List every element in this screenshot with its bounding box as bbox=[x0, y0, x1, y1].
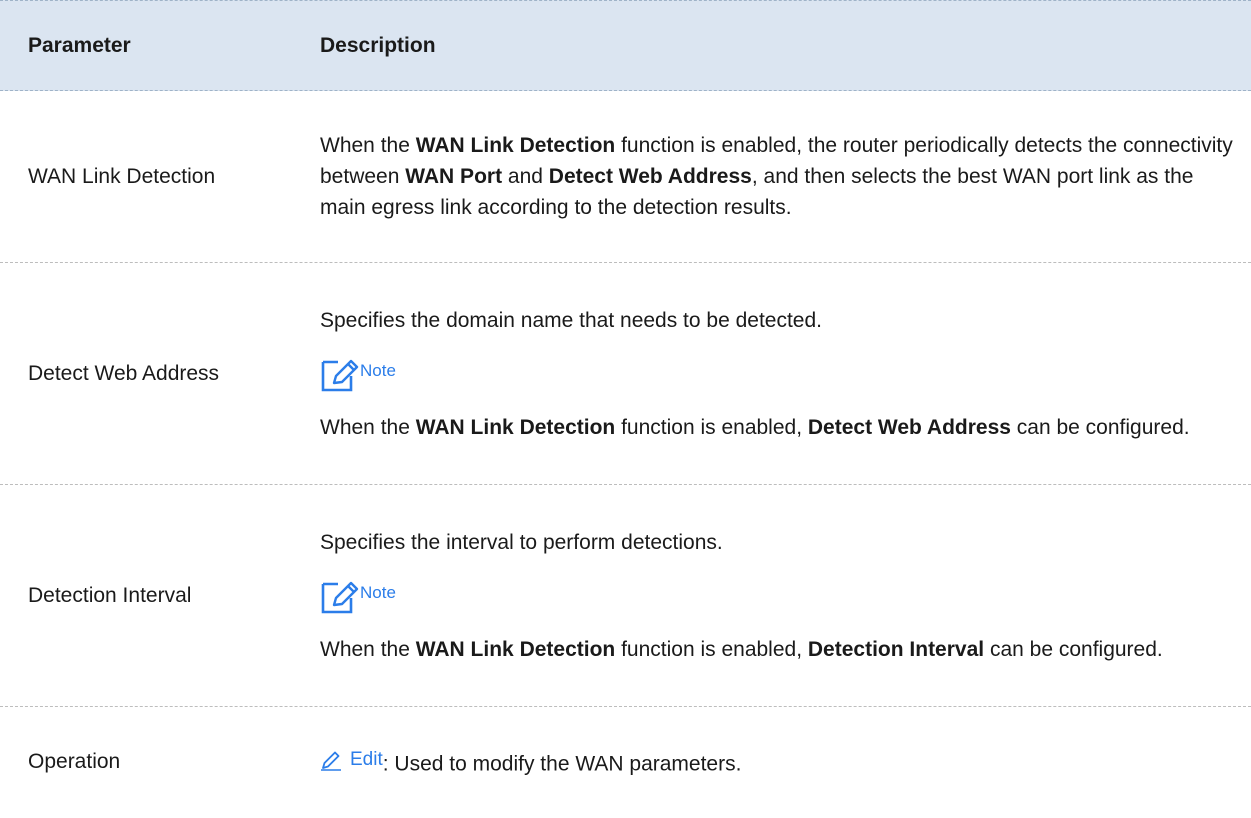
table-row: WAN Link Detection When the WAN Link Det… bbox=[0, 91, 1251, 263]
bold-term: WAN Link Detection bbox=[415, 134, 616, 157]
param-name: Detect Web Address bbox=[28, 361, 220, 385]
note-pencil-icon bbox=[321, 581, 359, 613]
description-text: When the WAN Link Detection function is … bbox=[320, 634, 1237, 665]
note-label: Note bbox=[360, 582, 396, 602]
text: function is enabled, bbox=[615, 415, 808, 439]
description-intro: Specifies the interval to perform detect… bbox=[320, 530, 723, 554]
table-row: Detect Web Address Specifies the domain … bbox=[0, 263, 1251, 485]
bold-term: Detect Web Address bbox=[807, 415, 1011, 439]
edit-label: Edit bbox=[350, 749, 383, 771]
param-name: WAN Link Detection bbox=[28, 164, 216, 188]
text: When the bbox=[320, 415, 416, 439]
text: When the bbox=[320, 637, 416, 661]
edit-button[interactable]: Edit bbox=[320, 744, 383, 775]
note-callout: Note bbox=[320, 576, 1237, 614]
param-name: Operation bbox=[28, 750, 121, 773]
description-text: When the WAN Link Detection function is … bbox=[320, 130, 1237, 223]
edit-pencil-icon bbox=[321, 751, 341, 771]
param-name: Detection Interval bbox=[28, 583, 192, 607]
table-header: Parameter Description bbox=[0, 0, 1251, 91]
header-description: Description bbox=[320, 34, 436, 57]
bold-term: Detection Interval bbox=[807, 637, 985, 661]
text: function is enabled, bbox=[615, 637, 808, 661]
param-description: Edit : Used to modify the WAN parameters… bbox=[320, 744, 1251, 780]
param-description: When the WAN Link Detection function is … bbox=[320, 130, 1251, 223]
description-intro: Specifies the domain name that needs to … bbox=[320, 308, 823, 332]
param-description: Specifies the domain name that needs to … bbox=[320, 305, 1251, 443]
text: can be configured. bbox=[984, 637, 1163, 661]
bold-term: WAN Link Detection bbox=[415, 415, 616, 439]
text: When the bbox=[320, 134, 416, 157]
header-parameter: Parameter bbox=[28, 33, 131, 57]
text: and bbox=[502, 165, 549, 188]
description-text: : Used to modify the WAN parameters. bbox=[382, 752, 742, 776]
bold-term: WAN Link Detection bbox=[415, 637, 616, 661]
bold-term: Detect Web Address bbox=[548, 165, 752, 188]
text: can be configured. bbox=[1010, 415, 1190, 439]
description-text: When the WAN Link Detection function is … bbox=[320, 412, 1237, 443]
table-row: Operation Edit : Used to modify the WAN … bbox=[0, 707, 1251, 817]
note-pencil-icon bbox=[321, 359, 359, 391]
parameter-table: Parameter Description WAN Link Detection… bbox=[0, 0, 1251, 817]
note-label: Note bbox=[360, 360, 396, 380]
param-description: Specifies the interval to perform detect… bbox=[320, 527, 1251, 665]
bold-term: WAN Port bbox=[405, 165, 503, 188]
table-row: Detection Interval Specifies the interva… bbox=[0, 485, 1251, 707]
note-callout: Note bbox=[320, 354, 1237, 392]
